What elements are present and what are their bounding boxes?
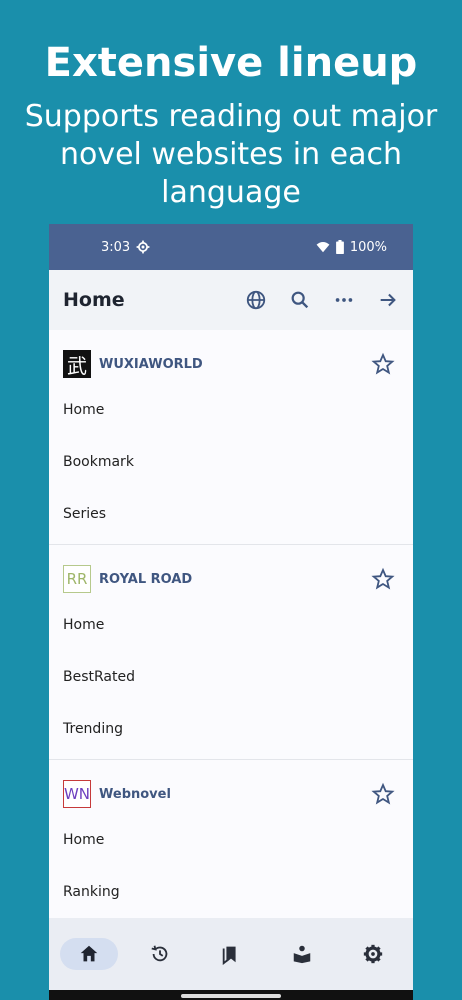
nav-home[interactable] (59, 938, 118, 970)
gesture-bar (49, 990, 413, 1000)
arrow-forward-icon[interactable] (377, 289, 399, 311)
star-icon[interactable] (371, 352, 395, 376)
nav-reading[interactable] (273, 938, 331, 970)
reading-icon (291, 943, 313, 965)
site-link[interactable]: Home (49, 814, 413, 866)
promo-subtitle: Supports reading out major novel website… (24, 99, 438, 210)
star-icon[interactable] (371, 782, 395, 806)
webnovel-logo: WN (63, 780, 91, 808)
settings-icon (362, 943, 384, 965)
site-name[interactable]: WUXIAWORLD (99, 357, 371, 372)
royal-road-logo: RR (63, 565, 91, 593)
site-link[interactable]: Ranking (49, 866, 413, 918)
site-card-webnovel: WN Webnovel Home Ranking (49, 760, 413, 922)
bottom-navigation (49, 918, 413, 990)
site-name[interactable]: ROYAL ROAD (99, 572, 371, 587)
gesture-handle[interactable] (181, 994, 281, 998)
battery-icon (335, 240, 344, 254)
status-time: 3:03 (101, 239, 131, 255)
site-card-wuxiaworld: 武 WUXIAWORLD Home Bookmark Series (49, 330, 413, 545)
site-name[interactable]: Webnovel (99, 787, 371, 802)
site-link[interactable]: Home (49, 384, 413, 436)
search-icon[interactable] (289, 289, 311, 311)
status-bar: 3:03 100% (49, 224, 413, 270)
page-title: Home (63, 289, 125, 311)
more-horizontal-icon[interactable] (333, 289, 355, 311)
app-bar: Home (49, 270, 413, 330)
site-list: 武 WUXIAWORLD Home Bookmark Series RR ROY… (49, 330, 413, 922)
promo-title: Extensive lineup (44, 40, 418, 86)
battery-level: 100% (349, 239, 387, 255)
site-link[interactable]: Trending (49, 703, 413, 755)
globe-icon[interactable] (245, 289, 267, 311)
phone-screen: 3:03 100% Home 武 WUXIAWORLD Home Bookmar… (49, 224, 413, 1000)
history-icon (149, 943, 171, 965)
wuxiaworld-logo: 武 (63, 350, 91, 378)
bookmarks-icon (220, 943, 242, 965)
nav-history[interactable] (131, 938, 189, 970)
settings-gear-icon (136, 240, 150, 254)
site-link[interactable]: BestRated (49, 651, 413, 703)
star-icon[interactable] (371, 567, 395, 591)
nav-bookmarks[interactable] (202, 938, 260, 970)
nav-settings[interactable] (344, 938, 402, 970)
home-icon (78, 943, 100, 965)
wifi-icon (316, 240, 330, 254)
site-link[interactable]: Series (49, 488, 413, 540)
site-link[interactable]: Bookmark (49, 436, 413, 488)
site-card-royal-road: RR ROYAL ROAD Home BestRated Trending (49, 545, 413, 760)
site-link[interactable]: Home (49, 599, 413, 651)
